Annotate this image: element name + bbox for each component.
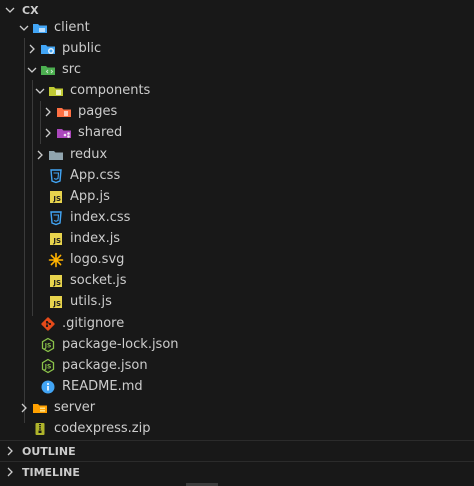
tree-folder-src[interactable]: src (0, 59, 474, 80)
shared-folder-icon (56, 125, 72, 141)
node-json-file-icon: JS (40, 358, 56, 374)
tree-file-logo-svg[interactable]: logo.svg (0, 249, 474, 270)
chevron-right-icon (32, 147, 48, 163)
tree-file-index-css[interactable]: index.css (0, 207, 474, 228)
chevron-right-icon (16, 400, 32, 416)
tree-folder-public[interactable]: public (0, 38, 474, 59)
info-file-icon (40, 379, 56, 395)
js-file-icon: JS (48, 189, 64, 205)
chevron-right-icon (40, 125, 56, 141)
tree-file-codexpress-zip[interactable]: codexpress.zip (0, 418, 474, 439)
js-file-icon: JS (48, 294, 64, 310)
tree-file-utils-js[interactable]: JS utils.js (0, 291, 474, 312)
tree-file-gitignore[interactable]: .gitignore (0, 313, 474, 334)
css-file-icon (48, 168, 64, 184)
svg-text:JS: JS (44, 363, 52, 370)
chevron-down-icon (32, 83, 48, 99)
js-file-icon: JS (48, 273, 64, 289)
chevron-down-icon (24, 62, 40, 78)
public-folder-icon (40, 41, 56, 57)
svg-text:JS: JS (44, 342, 52, 349)
svg-file-icon (48, 252, 64, 268)
chevron-right-icon (2, 443, 18, 459)
css-file-icon (48, 210, 64, 226)
chevron-right-icon (2, 464, 18, 480)
client-folder-icon (32, 20, 48, 36)
outline-panel-header[interactable]: OUTLINE (0, 441, 474, 461)
tree-folder-client[interactable]: client (0, 17, 474, 38)
tree-file-socket-js[interactable]: JS socket.js (0, 270, 474, 291)
chevron-right-icon (24, 41, 40, 57)
src-folder-icon (40, 62, 56, 78)
chevron-right-icon (40, 104, 56, 120)
node-json-file-icon: JS (40, 337, 56, 353)
tree-folder-server[interactable]: server (0, 397, 474, 418)
tree-folder-redux[interactable]: redux (0, 144, 474, 165)
tree-file-app-js[interactable]: JS App.js (0, 186, 474, 207)
zip-file-icon (32, 421, 48, 437)
tree-file-readme-md[interactable]: README.md (0, 376, 474, 397)
pages-folder-icon (56, 104, 72, 120)
explorer-root-label: CX (22, 3, 39, 17)
tree-folder-shared[interactable]: shared (0, 122, 474, 143)
outline-panel-title: OUTLINE (22, 444, 76, 458)
chevron-down-icon (2, 2, 18, 18)
timeline-panel-title: TIMELINE (22, 465, 80, 479)
js-file-icon: JS (48, 231, 64, 247)
tree-folder-pages[interactable]: pages (0, 101, 474, 122)
folder-icon (48, 147, 64, 163)
server-folder-icon (32, 400, 48, 416)
tree-file-package-json[interactable]: JS package.json (0, 355, 474, 376)
chevron-down-icon (16, 20, 32, 36)
timeline-panel-header[interactable]: TIMELINE (0, 462, 474, 482)
components-folder-icon (48, 83, 64, 99)
tree-file-package-lock-json[interactable]: JS package-lock.json (0, 334, 474, 355)
explorer-panel: CX client public src components pages sh… (0, 0, 474, 486)
git-file-icon (40, 316, 56, 332)
tree-folder-components[interactable]: components (0, 80, 474, 101)
tree-file-app-css[interactable]: App.css (0, 165, 474, 186)
tree-file-index-js[interactable]: JS index.js (0, 228, 474, 249)
